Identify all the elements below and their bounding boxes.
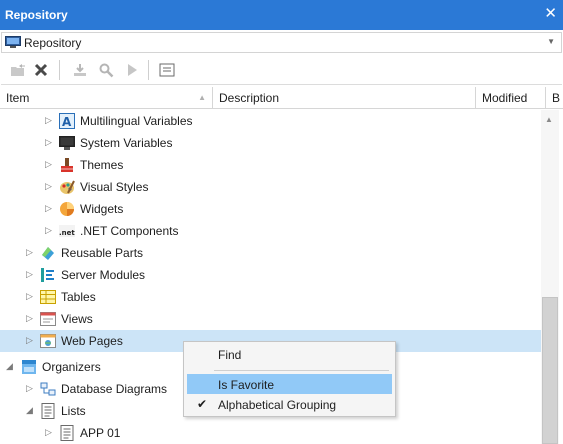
- repository-icon: [5, 36, 21, 48]
- column-description[interactable]: Description: [213, 87, 476, 109]
- tree-row-label: Web Pages: [61, 334, 123, 348]
- menu-separator: [214, 370, 389, 371]
- menu-item-alphabetical-grouping[interactable]: ✔ Alphabetical Grouping: [187, 394, 392, 414]
- tree-row-tables[interactable]: ▷ Tables: [0, 286, 541, 308]
- widgets-icon: [60, 202, 74, 216]
- tree-row-multilingual-variables[interactable]: ▷ A Multilingual Variables: [0, 110, 541, 132]
- lists-icon: [41, 403, 55, 419]
- run-icon[interactable]: [123, 61, 141, 79]
- expand-arrow-icon[interactable]: ▷: [26, 247, 34, 257]
- themes-icon: [61, 158, 73, 172]
- tree-row-label: Widgets: [80, 202, 124, 216]
- reusable-parts-icon: [42, 247, 54, 260]
- tree-row-server-modules[interactable]: ▷ Server Modules: [0, 264, 541, 286]
- multilingual-variables-icon: A: [59, 113, 75, 129]
- menu-item-label: Find: [218, 348, 242, 362]
- tables-icon: [40, 290, 56, 304]
- tree-row-label: Database Diagrams: [61, 382, 168, 396]
- expand-arrow-icon[interactable]: ▷: [45, 203, 53, 213]
- system-variables-icon: [59, 136, 75, 150]
- scroll-up-arrow-icon[interactable]: ▲: [545, 115, 553, 124]
- list-item-icon: [60, 425, 74, 441]
- collapse-arrow-icon[interactable]: ◢: [26, 405, 34, 415]
- vertical-scrollbar[interactable]: ▲: [541, 110, 559, 444]
- database-diagrams-icon: [40, 382, 56, 396]
- expand-arrow-icon[interactable]: ▷: [26, 313, 34, 323]
- tree-row-views[interactable]: ▷ Views: [0, 308, 541, 330]
- tree-row-label: .NET Components: [80, 224, 179, 238]
- open-icon[interactable]: [9, 61, 27, 79]
- tree-row-label: Tables: [61, 290, 96, 304]
- expand-arrow-icon[interactable]: ▷: [26, 335, 34, 345]
- toolbar-separator: [59, 60, 60, 80]
- views-icon: [40, 312, 56, 326]
- column-header: Item ▲ Description Modified B: [0, 87, 563, 109]
- context-menu: Find Is Favorite ✔ Alphabetical Grouping: [183, 341, 396, 417]
- expand-arrow-icon[interactable]: ▷: [26, 269, 34, 279]
- menu-item-find[interactable]: Find: [187, 344, 392, 364]
- expand-arrow-icon[interactable]: ▷: [26, 383, 34, 393]
- title-bar: Repository ✕: [0, 0, 563, 30]
- tree-row-label: Server Modules: [61, 268, 146, 282]
- close-icon[interactable]: ✕: [544, 6, 557, 22]
- repository-selector-value: Repository: [24, 36, 82, 50]
- toolbar: [1, 55, 562, 85]
- tree-row-label: APP 01: [80, 426, 121, 440]
- web-pages-icon: [40, 334, 56, 348]
- tree-row-label: Organizers: [42, 360, 101, 374]
- server-modules-icon: [41, 268, 54, 282]
- checkmark-icon: ✔: [197, 397, 208, 411]
- column-b[interactable]: B: [546, 87, 563, 109]
- svg-text:.net: .net: [59, 229, 75, 237]
- toolbar-separator: [148, 60, 149, 80]
- tree-row-system-variables[interactable]: ▷ System Variables: [0, 132, 541, 154]
- tree-row-label: Reusable Parts: [61, 246, 144, 260]
- column-item[interactable]: Item ▲: [0, 87, 213, 109]
- expand-arrow-icon[interactable]: ▷: [45, 137, 53, 147]
- menu-item-is-favorite[interactable]: Is Favorite: [187, 374, 392, 394]
- menu-item-label: Alphabetical Grouping: [218, 398, 337, 412]
- chevron-down-icon[interactable]: ▼: [547, 37, 555, 46]
- expand-arrow-icon[interactable]: ▷: [45, 159, 53, 169]
- window-title: Repository: [5, 8, 68, 22]
- sort-arrow-icon: ▲: [198, 93, 206, 102]
- delete-icon[interactable]: [32, 61, 50, 79]
- scrollbar-thumb[interactable]: [542, 297, 558, 444]
- tree-row-visual-styles[interactable]: ▷ Visual Styles: [0, 176, 541, 198]
- expand-arrow-icon[interactable]: ▷: [45, 225, 53, 235]
- tree-row-label: Lists: [61, 404, 86, 418]
- properties-icon[interactable]: [158, 61, 176, 79]
- tree-row-themes[interactable]: ▷ Themes: [0, 154, 541, 176]
- collapse-arrow-icon[interactable]: ◢: [6, 361, 14, 371]
- expand-arrow-icon[interactable]: ▷: [26, 291, 34, 301]
- import-icon[interactable]: [71, 61, 89, 79]
- menu-item-label: Is Favorite: [218, 378, 275, 392]
- repository-selector[interactable]: Repository ▼: [1, 32, 562, 53]
- dotnet-components-icon: .net: [59, 225, 75, 237]
- tree-row-label: Views: [61, 312, 93, 326]
- tree-row-label: System Variables: [80, 136, 173, 150]
- organizers-icon: [22, 360, 36, 374]
- tree-row-reusable-parts[interactable]: ▷ Reusable Parts: [0, 242, 541, 264]
- tree-row-app-01[interactable]: ▷ APP 01: [0, 422, 541, 444]
- expand-arrow-icon[interactable]: ▷: [45, 181, 53, 191]
- tree-row-widgets[interactable]: ▷ Widgets: [0, 198, 541, 220]
- expand-arrow-icon[interactable]: ▷: [45, 115, 53, 125]
- find-icon[interactable]: [97, 61, 115, 79]
- tree-row-label: Multilingual Variables: [80, 114, 193, 128]
- svg-text:A: A: [62, 115, 72, 129]
- visual-styles-icon: [60, 180, 75, 194]
- expand-arrow-icon[interactable]: ▷: [45, 427, 53, 437]
- tree-row-label: Themes: [80, 158, 124, 172]
- column-modified[interactable]: Modified: [476, 87, 546, 109]
- tree-row-dotnet-components[interactable]: ▷ .net .NET Components: [0, 220, 541, 242]
- tree-row-label: Visual Styles: [80, 180, 149, 194]
